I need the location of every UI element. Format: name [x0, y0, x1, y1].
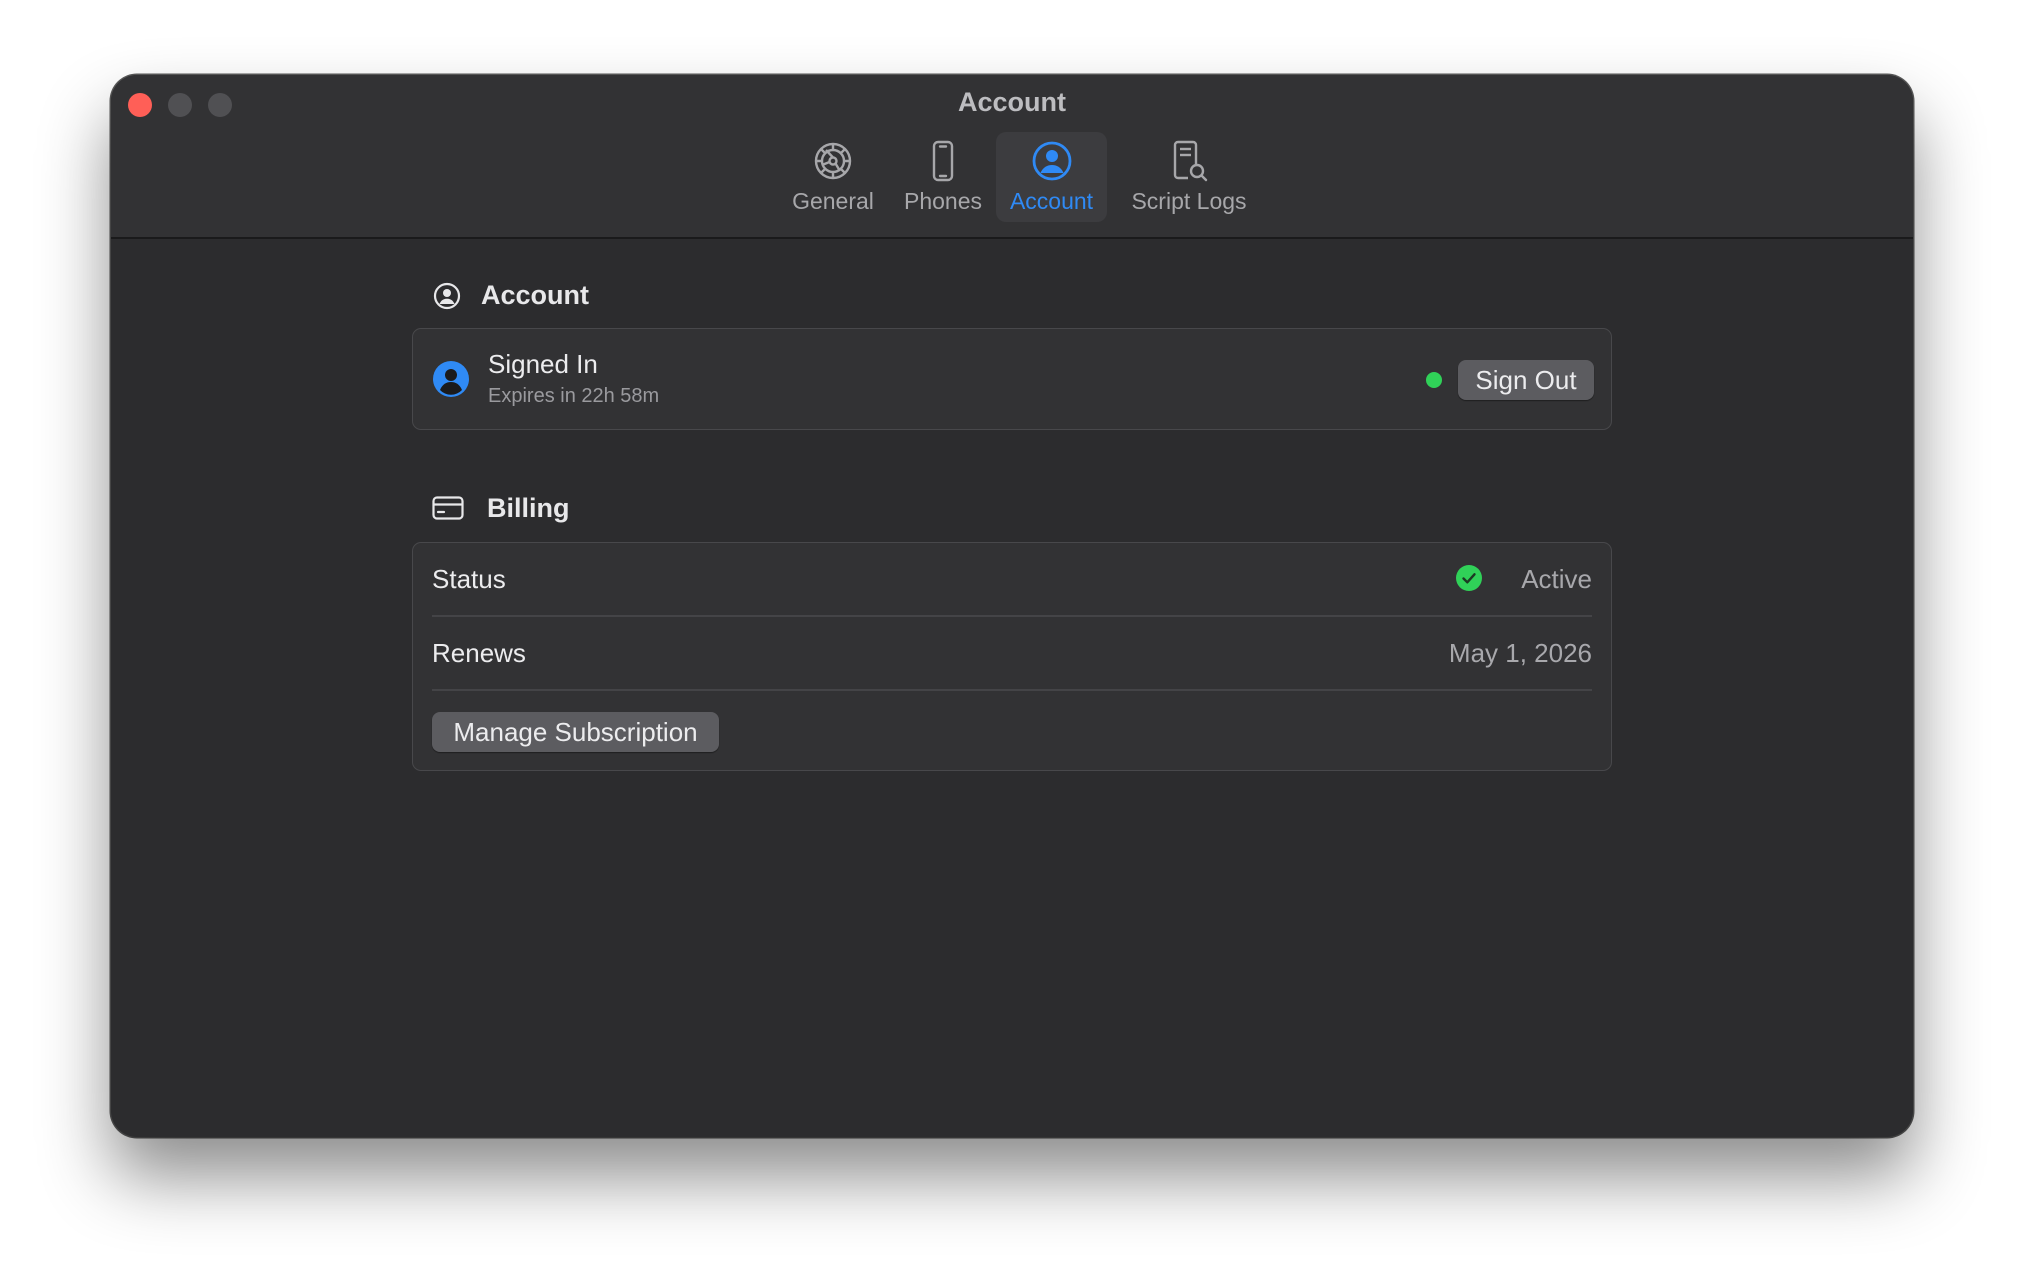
tab-phones[interactable]: Phones: [893, 132, 993, 222]
manage-subscription-button[interactable]: Manage Subscription: [432, 712, 719, 752]
tab-label: Script Logs: [1131, 188, 1247, 214]
window-title: Account: [958, 87, 1066, 117]
row-divider: [432, 689, 1592, 691]
preferences-window: Account General Phones Account Script Lo…: [111, 75, 1913, 1137]
renews-label: Renews: [432, 638, 526, 668]
status-label: Status: [432, 564, 506, 594]
status-indicator-dot: [1426, 372, 1442, 388]
tab-account[interactable]: Account: [996, 132, 1107, 222]
phone-icon: [932, 140, 954, 182]
title-bar: Account General Phones Account Script Lo…: [111, 75, 1913, 239]
toolbar-tabs: General Phones Account Script Logs: [111, 132, 1913, 222]
billing-card: Status Active Renews May 1, 2026 Manage …: [412, 542, 1612, 771]
doc-magnifier-icon: [1173, 140, 1208, 182]
account-section-title: Account: [481, 280, 589, 310]
sign-out-button[interactable]: Sign Out: [1458, 360, 1594, 400]
person-circle-icon: [433, 282, 461, 310]
person-circle-icon: [1032, 141, 1071, 181]
gear-icon: [814, 142, 852, 180]
status-value: Active: [1521, 564, 1592, 594]
account-card: Signed In Expires in 22h 58m Sign Out: [412, 328, 1612, 430]
billing-section-title: Billing: [487, 493, 570, 523]
renews-value: May 1, 2026: [1448, 638, 1592, 668]
user-avatar-icon: [433, 361, 469, 397]
billing-status-row: Status Active: [432, 543, 1592, 615]
billing-renews-row: Renews May 1, 2026: [432, 617, 1592, 689]
session-expiry: Expires in 22h 58m: [488, 385, 660, 407]
tab-label: Phones: [903, 188, 982, 214]
checkmark-circle-icon: [1456, 565, 1482, 591]
tab-label: Account: [1009, 188, 1094, 214]
signed-in-status: Signed In: [488, 349, 598, 379]
tab-general[interactable]: General: [777, 132, 889, 222]
tab-script-logs[interactable]: Script Logs: [1114, 132, 1264, 222]
tab-label: General: [792, 188, 874, 214]
credit-card-icon: [432, 496, 464, 520]
